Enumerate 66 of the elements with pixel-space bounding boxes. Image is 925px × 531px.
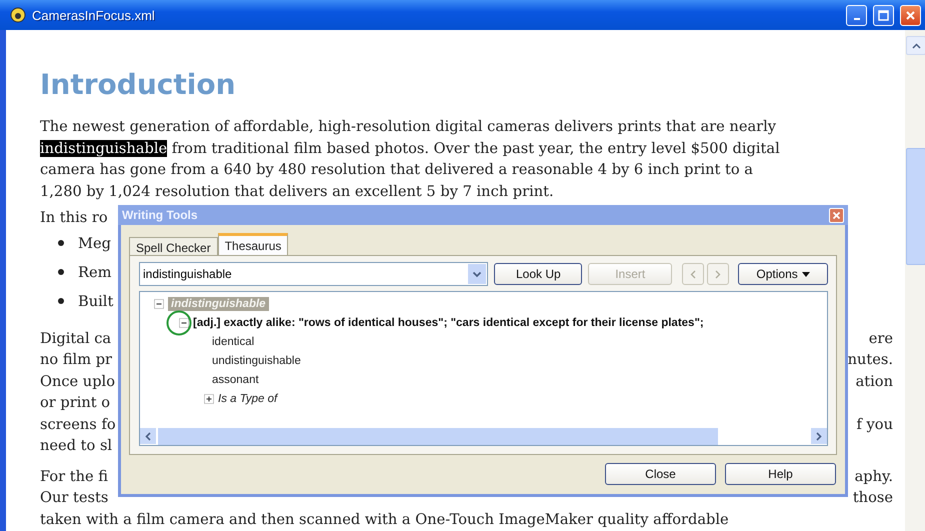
scroll-thumb[interactable] [906, 148, 925, 265]
tab[interactable]: Thesaurus [218, 233, 288, 255]
body-text: aphy. [854, 466, 893, 486]
bullet-icon [58, 269, 64, 275]
close-icon [832, 210, 841, 220]
dialog-button[interactable]: Close [605, 463, 716, 485]
body-text: taken with a film camera and then scanned with a One-Touch ImageMaker quality affordable [40, 510, 729, 528]
close-button[interactable] [900, 4, 921, 26]
body-text: The newest generation of affordable, high-resolution digital cameras delivers prints that are nearly [40, 118, 776, 135]
word-field[interactable]: indistinguishable [140, 264, 468, 284]
window-title: CamerasInFocus.xml [32, 8, 156, 22]
bullet-icon [58, 240, 64, 246]
collapse-icon[interactable] [179, 318, 189, 328]
app-icon [10, 7, 26, 23]
action-button[interactable]: Look Up [494, 263, 582, 285]
body-text: ere [868, 328, 893, 348]
body-text: those [852, 488, 893, 508]
minimize-button[interactable] [846, 4, 867, 26]
tree-item[interactable]: undistinguishable [212, 354, 301, 366]
bullet-icon [58, 298, 64, 304]
body-text: Digital ca [40, 328, 112, 348]
caret-icon [802, 272, 810, 276]
body-text: need to sl [40, 436, 112, 456]
body-text: camera has gone from a 640 by 480 resolution that delivered a reasonable 4 by 6 inch print to a [40, 161, 753, 178]
maximize-button[interactable] [873, 4, 894, 26]
body-text: Our tests [40, 488, 108, 508]
body-text: or print o [40, 393, 110, 413]
scroll-right-icon[interactable] [816, 432, 822, 440]
tree-item[interactable]: [adj.] exactly alike: "rows of identical houses"; "cars identical except for their license plates"; [193, 316, 704, 328]
horizontal-scrollbar[interactable] [140, 428, 827, 445]
list-item-text: Built [78, 292, 114, 310]
chevron-left-icon [690, 270, 696, 278]
options-button[interactable]: Options [738, 263, 828, 285]
close-button[interactable] [829, 208, 844, 222]
body-text: In this ro [40, 208, 108, 228]
selected-text: indistinguishable [40, 140, 168, 156]
body-text: For the fi [40, 466, 108, 486]
scrollbar[interactable] [905, 30, 925, 531]
close-icon [905, 10, 916, 20]
heading: Introduction [40, 68, 237, 102]
expand-icon[interactable] [204, 394, 214, 404]
maximize-icon [878, 10, 889, 20]
dropdown-icon[interactable] [472, 270, 482, 278]
scroll-left-icon[interactable] [145, 432, 151, 440]
body-text: Once uplo [40, 372, 116, 392]
combo-box[interactable]: indistinguishable [139, 262, 488, 286]
dialog-title: Writing Tools [122, 208, 199, 222]
chevron-right-icon [715, 270, 722, 278]
scroll-up-icon[interactable] [912, 42, 920, 48]
body-text: from traditional film based photos. Over the past year, the entry level $500 digital [170, 140, 780, 156]
minimize-icon [854, 18, 860, 20]
tab[interactable]: Spell Checker [129, 237, 218, 255]
highlight-circle [166, 310, 192, 336]
body-text: ation [856, 372, 893, 392]
list-item-text: Meg [78, 234, 111, 252]
collapse-icon[interactable] [154, 298, 164, 308]
body-text: no film pr [40, 350, 112, 370]
list-item-text: Rem [78, 264, 112, 280]
dialog-button[interactable]: Help [725, 463, 836, 485]
tree-item[interactable]: Is a Type of [218, 392, 278, 404]
body-text: screens fo [40, 414, 116, 434]
tree-item[interactable]: assonant [212, 374, 259, 386]
body-text: f you [856, 414, 893, 434]
tree-item[interactable]: identical [212, 336, 254, 348]
body-text: 1,280 by 1,024 resolution that delivers an excellent 5 by 7 inch print. [40, 182, 554, 200]
body-text: nutes. [848, 350, 893, 370]
